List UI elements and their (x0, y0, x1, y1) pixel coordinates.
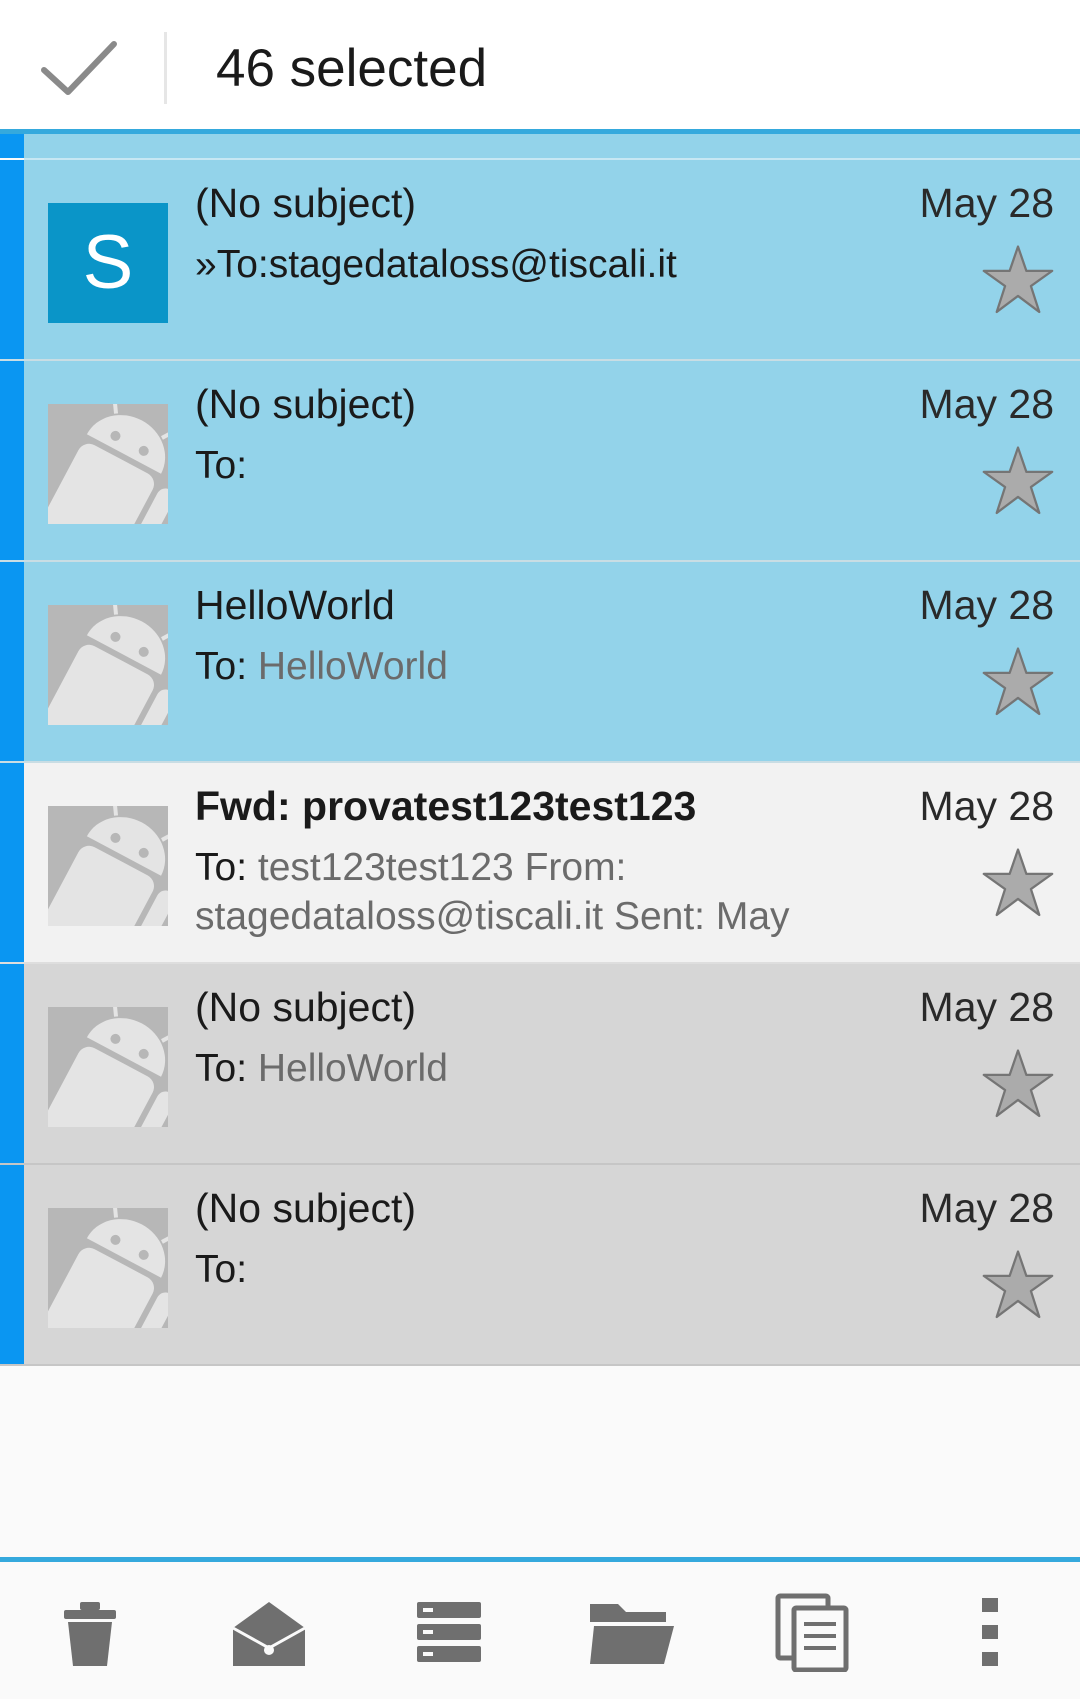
android-avatar-icon[interactable] (48, 605, 168, 725)
message-preview: To: HelloWorld (195, 1044, 875, 1093)
android-avatar-icon[interactable] (48, 1208, 168, 1328)
message-date: May 28 (919, 1185, 1054, 1231)
message-subject: (No subject) (195, 381, 417, 427)
message-date: May 28 (919, 180, 1054, 226)
message-preview: To: test123test123 From: stagedataloss@t… (195, 843, 875, 941)
to-detail: HelloWorld (257, 645, 448, 688)
to-detail: stagedataloss@tiscali.it (268, 243, 677, 286)
message-date: May 28 (919, 984, 1054, 1030)
message-row[interactable]: HelloWorld To: HelloWorld May 28 (0, 562, 1080, 763)
star-icon[interactable] (980, 1247, 1056, 1323)
message-subject: (No subject) (195, 1185, 417, 1231)
to-label: »To: (195, 243, 269, 286)
to-label: To: (195, 846, 258, 889)
bottom-action-bar (0, 1557, 1080, 1699)
message-date: May 28 (919, 582, 1054, 628)
message-row[interactable]: S (No subject) »To:stagedataloss@tiscali… (0, 160, 1080, 361)
star-icon[interactable] (980, 443, 1056, 519)
to-label: To: (195, 1047, 258, 1090)
to-label: To: (195, 645, 258, 688)
star-icon[interactable] (980, 1046, 1056, 1122)
message-date: May 28 (919, 783, 1054, 829)
selected-count: 46 selected (216, 39, 488, 98)
android-avatar-icon[interactable] (48, 806, 168, 926)
to-label: To: (195, 444, 248, 487)
message-subject: Fwd: provatest123test123 (195, 783, 697, 829)
copy-icon[interactable] (772, 1592, 852, 1672)
top-action-bar: 46 selected (0, 0, 1080, 134)
message-subject: HelloWorld (195, 582, 395, 628)
more-icon[interactable] (950, 1592, 1030, 1672)
message-row[interactable]: (No subject) To: May 28 (0, 361, 1080, 562)
android-avatar-icon[interactable] (48, 404, 168, 524)
list-icon[interactable] (409, 1592, 489, 1672)
message-row[interactable]: (No subject) To: May 28 (0, 1165, 1080, 1366)
partial-row-top (0, 134, 1080, 160)
message-preview: »To:stagedataloss@tiscali.it (195, 240, 875, 289)
topbar-divider (164, 32, 167, 104)
mark-read-icon[interactable] (229, 1592, 309, 1672)
android-avatar-icon[interactable] (48, 1007, 168, 1127)
star-icon[interactable] (980, 845, 1056, 921)
sender-avatar[interactable]: S (48, 203, 168, 323)
message-preview: To: (195, 1245, 875, 1294)
selection-bar (0, 1165, 24, 1364)
selection-bar (0, 361, 24, 560)
folder-icon[interactable] (586, 1592, 676, 1672)
selection-bar (0, 964, 24, 1163)
message-preview: To: (195, 441, 875, 490)
star-icon[interactable] (980, 242, 1056, 318)
to-detail: test123test123 From: stagedataloss@tisca… (195, 846, 790, 938)
message-list: S (No subject) »To:stagedataloss@tiscali… (0, 134, 1080, 1366)
check-icon[interactable] (38, 36, 120, 100)
message-subject: (No subject) (195, 180, 417, 226)
selection-bar (0, 763, 24, 962)
message-row[interactable]: Fwd: provatest123test123 To: test123test… (0, 763, 1080, 964)
selection-bar (0, 160, 24, 359)
message-preview: To: HelloWorld (195, 642, 875, 691)
message-subject: (No subject) (195, 984, 417, 1030)
message-date: May 28 (919, 381, 1054, 427)
to-label: To: (195, 1248, 248, 1291)
message-row[interactable]: (No subject) To: HelloWorld May 28 (0, 964, 1080, 1165)
trash-icon[interactable] (50, 1592, 130, 1672)
selection-bar (0, 562, 24, 761)
star-icon[interactable] (980, 644, 1056, 720)
to-detail: HelloWorld (257, 1047, 448, 1090)
